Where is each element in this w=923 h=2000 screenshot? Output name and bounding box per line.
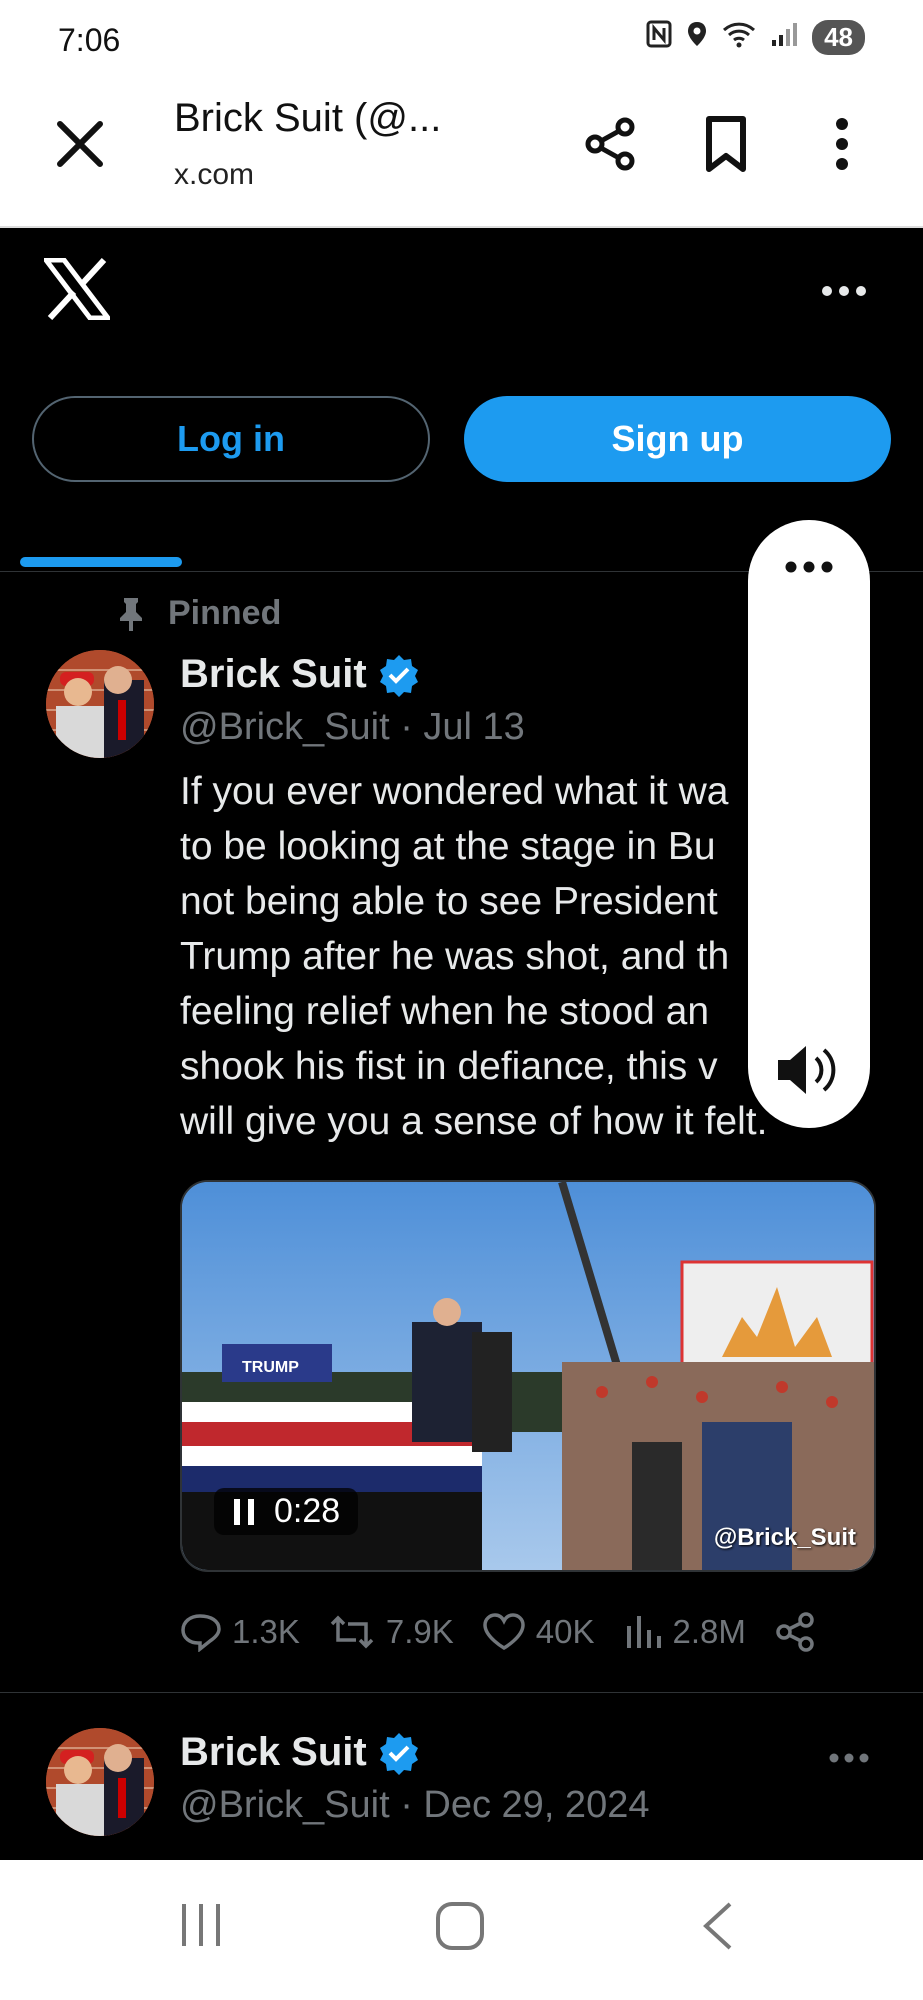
views-button[interactable]: 2.8M	[623, 1612, 746, 1652]
signal-icon	[770, 20, 798, 55]
ellipsis-icon	[785, 561, 833, 573]
battery-indicator: 48	[812, 20, 865, 55]
overlay-more-button[interactable]	[784, 560, 834, 579]
status-bar: 7:06 48	[0, 0, 923, 80]
avatar[interactable]	[46, 650, 154, 758]
analytics-icon	[626, 1616, 661, 1648]
share-icon	[585, 117, 635, 171]
page-url: x.com	[174, 158, 255, 191]
x-header: Log in Sign up	[0, 228, 923, 510]
tweet-video[interactable]: TRUMP 0:28 @Brick_Suit	[180, 1180, 876, 1572]
avatar[interactable]	[46, 1728, 154, 1836]
reply-icon	[181, 1614, 221, 1652]
video-timestamp: 0:28	[274, 1492, 341, 1530]
back-icon	[703, 1902, 732, 1950]
repost-count: 7.9K	[385, 1613, 454, 1650]
pinned-label: Pinned	[116, 594, 281, 633]
recent-apps-button[interactable]	[176, 1900, 226, 1955]
close-icon	[57, 121, 103, 167]
tweet-divider	[0, 1692, 923, 1693]
tweet-author-handle[interactable]: @Brick_Suit · Dec 29, 2024	[180, 1784, 649, 1827]
share-tweet-button[interactable]	[774, 1611, 816, 1653]
tweet-author-name[interactable]: Brick Suit	[180, 652, 421, 697]
repost-button[interactable]: 7.9K	[328, 1612, 454, 1652]
reply-button[interactable]: 1.3K	[180, 1612, 300, 1652]
ellipsis-icon	[822, 286, 866, 296]
video-watermark: @Brick_Suit	[713, 1524, 856, 1551]
volume-button[interactable]	[772, 1038, 848, 1107]
x-logo-icon[interactable]	[40, 257, 114, 321]
like-button[interactable]: 40K	[482, 1612, 595, 1652]
view-count: 2.8M	[672, 1613, 746, 1650]
login-button[interactable]: Log in	[32, 396, 430, 482]
home-icon	[436, 1902, 484, 1950]
heart-icon	[483, 1613, 525, 1651]
repost-icon	[330, 1615, 374, 1649]
tweet-author-name[interactable]: Brick Suit	[180, 1730, 421, 1775]
pause-icon[interactable]	[232, 1497, 256, 1527]
verified-badge-icon	[379, 654, 418, 697]
share-button[interactable]	[578, 112, 642, 176]
floating-media-controls	[748, 520, 870, 1128]
tweet-author-handle[interactable]: @Brick_Suit · Jul 13	[180, 706, 525, 749]
header-more-button[interactable]	[821, 284, 867, 302]
status-icons: 48	[646, 20, 865, 55]
tweet-text: If you ever wondered what it wa to be lo…	[180, 770, 768, 1143]
bookmark-icon	[706, 116, 746, 172]
browser-toolbar: Brick Suit (@... x.com	[0, 80, 923, 228]
home-button[interactable]	[434, 1900, 486, 1957]
pinned-text: Pinned	[168, 594, 282, 632]
tweet-actions: 1.3K 7.9K 40K 2.8M	[180, 1604, 880, 1660]
tweet-date: · Jul 13	[400, 706, 525, 748]
bookmark-button[interactable]	[694, 112, 758, 176]
share-icon	[776, 1612, 814, 1652]
tweet-more-button[interactable]	[829, 1750, 869, 1768]
wifi-icon	[722, 20, 756, 55]
reply-count: 1.3K	[232, 1613, 300, 1650]
verified-badge-icon	[379, 1732, 418, 1775]
more-options-button[interactable]	[810, 112, 874, 176]
recent-apps-icon	[182, 1904, 220, 1946]
svg-text:TRUMP: TRUMP	[242, 1359, 299, 1376]
close-button[interactable]	[50, 114, 110, 174]
video-player-controls[interactable]: 0:28	[214, 1488, 359, 1535]
back-button[interactable]	[700, 1900, 736, 1957]
speaker-icon	[778, 1046, 836, 1094]
like-count: 40K	[535, 1613, 595, 1650]
nfc-icon	[646, 20, 672, 55]
status-time: 7:06	[58, 22, 121, 58]
signup-button[interactable]: Sign up	[464, 396, 891, 482]
location-icon	[686, 20, 708, 55]
tweet-date: · Dec 29, 2024	[400, 1784, 650, 1826]
ellipsis-icon	[829, 1753, 869, 1763]
pin-icon	[120, 597, 142, 631]
active-tab-indicator	[20, 557, 182, 567]
kebab-menu-icon	[836, 118, 848, 170]
page-title: Brick Suit (@...	[174, 96, 442, 140]
system-nav-bar	[0, 1860, 923, 2000]
